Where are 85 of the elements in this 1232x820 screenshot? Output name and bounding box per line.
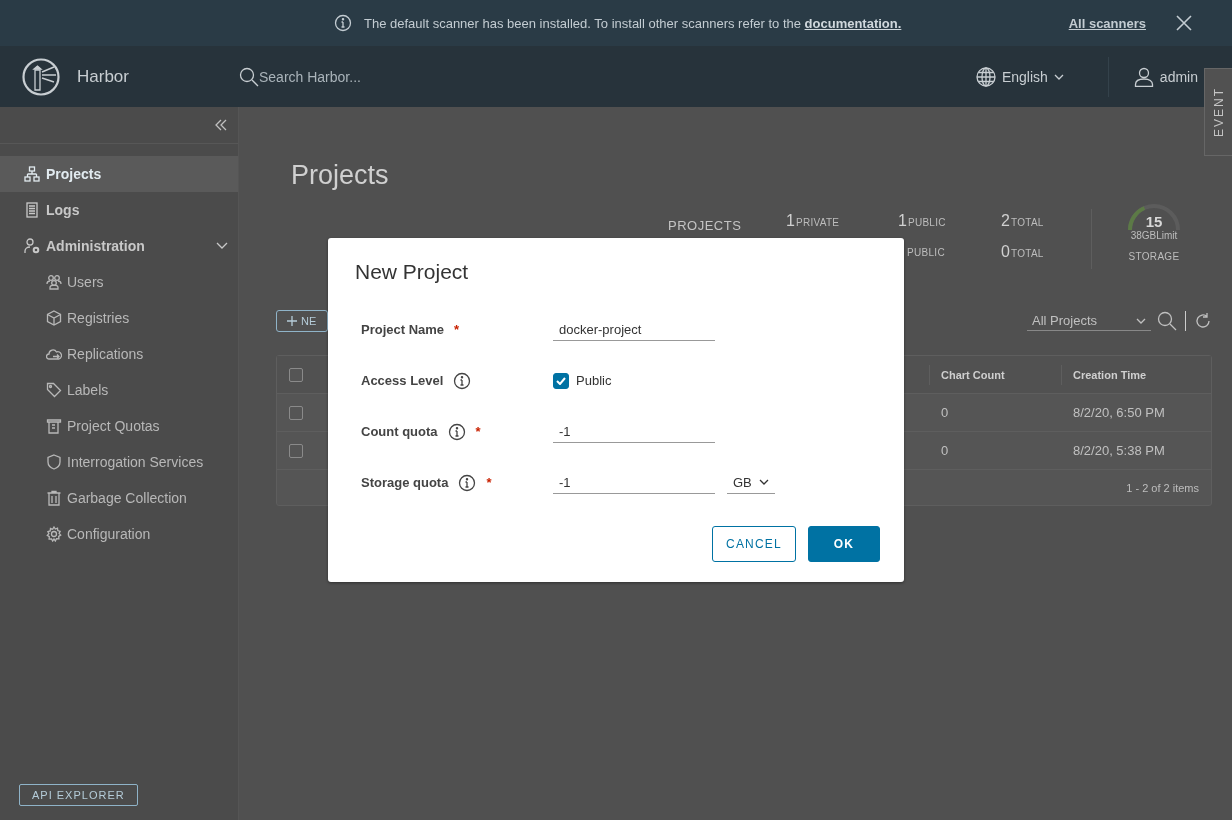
count-value: 2 <box>1001 212 1010 230</box>
double-chevron-icon[interactable] <box>214 119 228 131</box>
document-icon <box>24 202 40 218</box>
nav-item[interactable]: Project Quotas <box>0 408 238 444</box>
user-menu[interactable]: admin <box>1133 66 1198 87</box>
search-icon[interactable] <box>1157 311 1177 331</box>
row-checkbox[interactable] <box>289 443 303 458</box>
project-filter-dropdown[interactable]: All Projects <box>1027 311 1151 331</box>
user-icon <box>1133 66 1154 87</box>
count-label: PUBLIC <box>907 217 946 228</box>
api-explorer-button[interactable]: API EXPLORER <box>19 784 138 806</box>
search-icon[interactable] <box>238 66 259 87</box>
search-field[interactable]: Search Harbor... <box>258 68 459 85</box>
plus-icon <box>287 316 297 326</box>
event-tab[interactable]: EVENT <box>1204 68 1232 156</box>
required-mark: * <box>454 322 460 337</box>
lighthouse-logo <box>22 57 60 96</box>
count-value: 0 <box>1001 243 1010 261</box>
nav-item[interactable]: Registries <box>0 300 238 336</box>
count-label: PUBLIC <box>907 246 945 258</box>
field-label: Storage quota <box>361 475 449 490</box>
documentation-link[interactable]: documentation. <box>804 15 902 31</box>
nav-item[interactable]: Configuration <box>0 516 238 552</box>
count-value: 1 <box>786 212 795 230</box>
field-label: Access Level <box>361 373 444 388</box>
nav-item[interactable]: Garbage Collection <box>0 480 238 516</box>
pagination-text: 1 - 2 of 2 items <box>1126 481 1199 494</box>
nav-item[interactable]: Logs <box>0 192 238 228</box>
dialog-title: New Project <box>355 260 470 284</box>
info-icon <box>334 14 352 32</box>
cube-icon <box>46 310 62 326</box>
app-name: Harbor <box>77 66 129 87</box>
required-mark: * <box>475 424 481 439</box>
ok-button[interactable]: OK <box>808 526 880 562</box>
banner-message: The default scanner has been installed. To install other scanners refer to the documentation. <box>364 15 902 31</box>
table-cell-text: 0 <box>940 405 950 420</box>
language-menu[interactable]: English <box>975 56 1109 97</box>
required-mark: * <box>486 475 492 490</box>
count-value: 1 <box>898 212 907 230</box>
storage-gauge-drawing <box>1128 204 1180 232</box>
select-all-checkbox[interactable] <box>289 367 303 382</box>
cloud-icon <box>46 346 62 362</box>
users-icon <box>46 274 62 290</box>
column-header[interactable]: Creation Time <box>1061 364 1211 385</box>
table-cell-text: 0 <box>940 443 950 458</box>
stats-label: PROJECTS <box>668 218 743 233</box>
close-icon[interactable] <box>1176 15 1192 31</box>
storage-label: STORAGE <box>1128 251 1180 262</box>
gear-icon <box>46 526 62 542</box>
count-label: TOTAL <box>1010 217 1044 228</box>
nav-item[interactable]: Projects <box>0 156 238 192</box>
storage-value: 15 <box>1145 213 1163 230</box>
field-label: Project Name <box>361 322 445 337</box>
user-gear-icon <box>24 238 40 254</box>
checkbox-label: Public <box>576 373 612 388</box>
caret-icon <box>1136 317 1146 324</box>
table-cell-text: 8/2/20, 5:38 PM <box>1072 443 1166 458</box>
nav-item[interactable]: Interrogation Services <box>0 444 238 480</box>
tag-icon <box>46 382 62 398</box>
trash-icon <box>46 490 62 506</box>
checkbox[interactable] <box>553 372 569 389</box>
shield-icon <box>46 454 62 470</box>
page-title: Projects <box>291 160 390 191</box>
all-scanners-link[interactable]: All scanners <box>1068 15 1146 31</box>
table-cell-text: 8/2/20, 6:50 PM <box>1072 405 1166 420</box>
refresh-icon[interactable] <box>1194 312 1212 330</box>
check-icon <box>556 376 566 385</box>
nav-item[interactable]: Users <box>0 264 238 300</box>
nav-item[interactable]: Administration <box>0 228 238 264</box>
quota-icon <box>46 418 62 434</box>
count-label: PRIVATE <box>795 217 840 228</box>
nav-item[interactable]: Replications <box>0 336 238 372</box>
chevron-down-icon[interactable] <box>216 242 228 250</box>
globe-icon <box>975 66 996 87</box>
nav-item[interactable]: Labels <box>0 372 238 408</box>
field-label: Count quota <box>361 424 438 439</box>
unit-dropdown[interactable]: GB <box>727 471 775 494</box>
storage-limit: 38GBLimit <box>1130 230 1178 241</box>
hierarchy-icon <box>24 166 40 182</box>
count-label: TOTAL <box>1010 248 1044 259</box>
cancel-button[interactable]: CANCEL <box>712 526 796 562</box>
caret-icon <box>759 479 769 485</box>
row-checkbox[interactable] <box>289 405 303 420</box>
column-header[interactable]: Chart Count <box>929 364 1061 385</box>
caret-icon <box>1053 73 1064 80</box>
